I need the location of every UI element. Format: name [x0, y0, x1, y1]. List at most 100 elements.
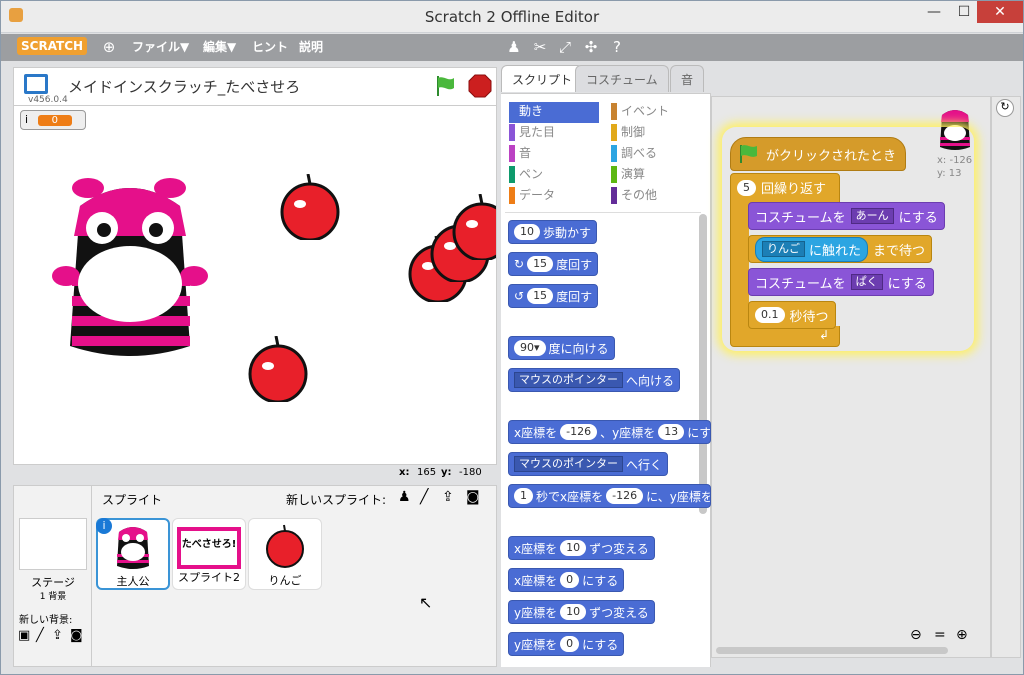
category-sound[interactable]: 音	[509, 144, 599, 165]
globe-icon[interactable]: ⊕	[99, 38, 119, 56]
brush-icon[interactable]: ╱	[36, 628, 44, 643]
rotate-right-icon: ↻	[514, 257, 525, 271]
info-icon[interactable]: i	[96, 518, 112, 534]
menu-file[interactable]: ファイル▼	[132, 38, 189, 55]
mouse-y: -180	[459, 467, 482, 478]
category-sensing[interactable]: 調べる	[611, 144, 669, 165]
category-list-right: イベント 制御 調べる 演算 その他	[611, 102, 669, 207]
sprite-x: x: -126	[937, 155, 973, 166]
stage-header: v456.0.4 メイドインスクラッチ_たべさせろ	[13, 67, 497, 105]
category-more[interactable]: その他	[611, 186, 669, 207]
scratch-logo[interactable]: SCRATCH	[17, 37, 88, 55]
apple-sprite[interactable]	[450, 194, 496, 260]
repeat-arrow-icon: ↲	[819, 328, 830, 342]
upload-icon[interactable]: ⇪	[52, 628, 63, 643]
variable-name: i	[25, 113, 29, 126]
delete-icon[interactable]: ✂	[530, 38, 550, 56]
minimize-icon[interactable]: —	[919, 1, 949, 23]
block-set-x[interactable]: x座標を 0 にする	[508, 568, 625, 592]
sprite-thumb[interactable]: たべさせろ! スプライト2	[172, 518, 246, 590]
main-character-sprite[interactable]	[52, 176, 208, 370]
sprite-library-icon[interactable]: ♟	[398, 489, 411, 505]
menu-about[interactable]: 説明	[299, 38, 323, 55]
block-point-towards[interactable]: マウスのポインター へ向ける	[508, 368, 681, 392]
apple-sprite[interactable]	[278, 174, 344, 240]
tab-sound[interactable]: 音	[670, 65, 705, 92]
when-flag-clicked-block[interactable]: がクリックされたとき	[730, 137, 906, 171]
palette-scrollbar[interactable]	[699, 214, 707, 514]
zoom-reset-icon[interactable]: =	[934, 627, 946, 643]
project-title[interactable]: メイドインスクラッチ_たべさせろ	[68, 76, 300, 97]
zoom-out-icon[interactable]: ⊖	[910, 627, 922, 643]
refresh-icon[interactable]: ↻	[996, 99, 1014, 117]
category-control[interactable]: 制御	[611, 123, 669, 144]
stage-bg-count: 1 背景	[39, 592, 67, 602]
sprite-thumb[interactable]: i 主人公	[96, 518, 170, 590]
block-move[interactable]: 10 歩動かす	[508, 220, 598, 244]
category-events[interactable]: イベント	[611, 102, 669, 123]
script-hscrollbar[interactable]	[716, 647, 948, 654]
mouse-cursor: ↖	[419, 593, 433, 612]
block-point-direction[interactable]: 90▾ 度に向ける	[508, 336, 615, 360]
mouse-x-label: x:	[399, 467, 410, 478]
camera-icon[interactable]: ◙	[70, 628, 83, 643]
wait-until-block[interactable]: りんご に触れた まで待つ	[748, 235, 933, 263]
camera-icon[interactable]: ◙	[466, 489, 480, 505]
switch-costume-block[interactable]: コスチュームを あーん にする	[748, 202, 945, 230]
block-change-y[interactable]: y座標を 10 ずつ変える	[508, 600, 655, 624]
tab-costume[interactable]: コスチューム	[575, 65, 669, 92]
stage-thumbnail[interactable]	[19, 518, 87, 570]
mouse-y-label: y:	[441, 467, 452, 478]
block-goto-xy[interactable]: x座標を -126 、y座標を 13 にす	[508, 420, 711, 444]
sprite-thumb[interactable]: りんご	[248, 518, 322, 590]
stage-label: ステージ	[31, 576, 75, 589]
stop-icon[interactable]	[468, 74, 492, 98]
help-icon[interactable]: ?	[607, 38, 627, 56]
window-title: Scratch 2 Offline Editor	[424, 8, 600, 26]
block-glide[interactable]: 1 秒でx座標を -126 に、y座標を	[508, 484, 711, 508]
paint-backdrop-icon[interactable]: ▣	[18, 628, 30, 643]
title-bar: Scratch 2 Offline Editor — ☐ ✕	[1, 1, 1023, 33]
sprite-card: たべさせろ!	[177, 527, 241, 569]
block-set-y[interactable]: y座標を 0 にする	[508, 632, 625, 656]
fullscreen-icon[interactable]	[24, 74, 48, 94]
close-icon[interactable]: ✕	[977, 1, 1023, 23]
switch-costume-block[interactable]: コスチュームを ぱく にする	[748, 268, 934, 296]
tab-script[interactable]: スクリプト	[501, 65, 584, 92]
menu-bar: SCRATCH ⊕ ファイル▼ 編集▼ ヒント 説明 ♟ ✂ ⤢ ✣ ?	[1, 34, 1023, 61]
apple-sprite[interactable]	[246, 336, 312, 402]
category-list-left: 動き 見た目 音 ペン データ	[509, 102, 599, 207]
menu-hint[interactable]: ヒント	[252, 38, 288, 55]
maximize-icon[interactable]: ☐	[949, 1, 979, 23]
wait-block[interactable]: 0.1 秒待つ	[748, 301, 836, 329]
mouse-x: 165	[417, 467, 437, 478]
green-flag-icon[interactable]	[434, 74, 458, 98]
duplicate-icon[interactable]: ♟	[504, 38, 524, 56]
sprite-name: りんご	[268, 574, 302, 587]
menu-edit[interactable]: 編集▼	[203, 38, 236, 55]
script-area[interactable]: x: -126 y: 13 がクリックされたとき 5 回繰り返す ↲ コスチューム…	[711, 96, 991, 658]
grow-icon[interactable]: ⤢	[555, 38, 575, 56]
block-goto[interactable]: マウスのポインター へ行く	[508, 452, 669, 476]
category-operators[interactable]: 演算	[611, 165, 669, 186]
shrink-icon[interactable]: ✣	[581, 38, 601, 56]
block-turn-right[interactable]: ↻ 15 度回す	[508, 252, 599, 276]
upload-icon[interactable]: ⇪	[442, 489, 454, 505]
script-vscroll-area: ↻	[991, 96, 1021, 658]
zoom-in-icon[interactable]: ⊕	[956, 627, 968, 643]
stage[interactable]: i 0	[13, 105, 497, 465]
version-label: v456.0.4	[28, 95, 68, 105]
variable-monitor: i 0	[20, 110, 86, 130]
category-pen[interactable]: ペン	[509, 165, 599, 186]
block-turn-left[interactable]: ↺ 15 度回す	[508, 284, 599, 308]
sprites-header: スプライト	[102, 493, 163, 507]
new-sprite-label: 新しいスプライト:	[286, 493, 387, 507]
rotate-left-icon: ↺	[514, 289, 525, 303]
block-change-x[interactable]: x座標を 10 ずつ変える	[508, 536, 655, 560]
category-looks[interactable]: 見た目	[509, 123, 599, 144]
stage-panel: ステージ 1 背景 新しい背景: ▣ ╱ ⇪ ◙	[14, 486, 92, 666]
sprite-name: スプライト2	[178, 571, 240, 584]
brush-icon[interactable]: ╱	[420, 489, 428, 505]
category-motion[interactable]: 動き	[509, 102, 599, 123]
category-data[interactable]: データ	[509, 186, 599, 207]
